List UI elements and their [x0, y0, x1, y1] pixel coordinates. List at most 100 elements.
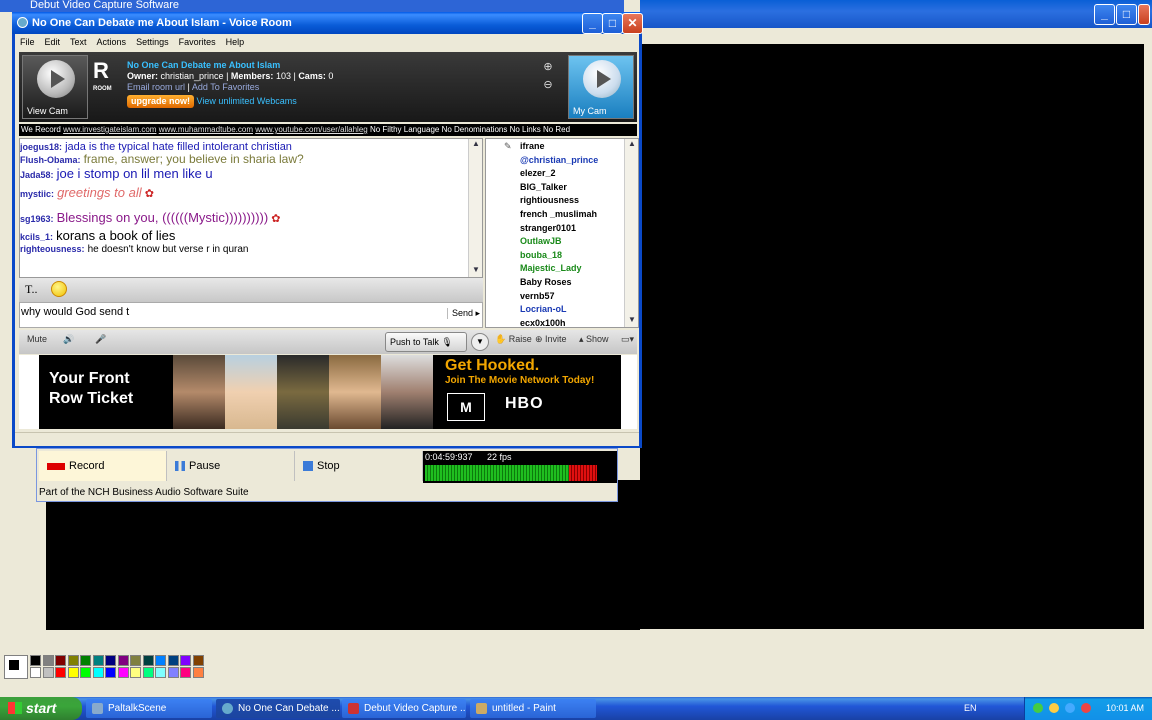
message-input[interactable]: why would God send t Send ▸ — [19, 302, 483, 328]
user-list-item[interactable]: bouba_18 — [520, 250, 562, 260]
user-list-item[interactable]: ecx0x100h — [520, 318, 566, 327]
scroll-down-icon[interactable]: ▼ — [469, 265, 482, 277]
ticker-link[interactable]: www.muhammadtube.com — [159, 125, 253, 134]
view-cam-button[interactable]: View Cam — [22, 55, 88, 119]
scroll-up-icon[interactable]: ▲ — [469, 139, 482, 151]
menu-favorites[interactable]: Favorites — [174, 34, 221, 47]
user-list-item[interactable]: rightiousness — [520, 195, 579, 205]
palette-swatch[interactable] — [92, 667, 104, 678]
start-button[interactable]: start — [0, 697, 82, 720]
my-cam-button[interactable]: My Cam — [568, 55, 634, 119]
palette-swatch[interactable] — [30, 667, 41, 678]
add-favorites-link[interactable]: Add To Favorites — [192, 82, 259, 92]
palette-swatch[interactable] — [130, 655, 141, 666]
menu-edit[interactable]: Edit — [40, 34, 66, 47]
palette-swatch[interactable] — [67, 655, 79, 666]
push-to-talk-button[interactable]: Push to Talk 🎙 — [385, 332, 467, 352]
menu-help[interactable]: Help — [221, 34, 250, 47]
palette-swatch[interactable] — [130, 667, 141, 678]
zoom-out-icon[interactable]: ⊖ — [541, 76, 555, 94]
user-list-item[interactable]: french _muslimah — [520, 209, 597, 219]
user-list-item[interactable]: Majestic_Lady — [520, 263, 582, 273]
palette-swatch[interactable] — [117, 655, 129, 666]
invite-button[interactable]: ⊕ Invite — [535, 334, 567, 345]
palette-swatch[interactable] — [105, 655, 116, 666]
user-list-item[interactable]: OutlawJB — [520, 236, 562, 246]
palette-swatch[interactable] — [192, 667, 204, 678]
chat-log[interactable]: ▲ ▼ joegus18: jada is the typical hate f… — [19, 138, 483, 278]
menu-settings[interactable]: Settings — [131, 34, 174, 47]
palette-swatch[interactable] — [105, 667, 116, 678]
volume-icon[interactable] — [1049, 703, 1059, 713]
palette-swatch[interactable] — [80, 655, 91, 666]
close-icon[interactable]: ✕ — [622, 13, 643, 34]
palette-swatch[interactable] — [67, 667, 79, 678]
stop-button[interactable]: Stop — [295, 451, 423, 481]
chat-nick[interactable]: kcils_1: — [20, 232, 53, 242]
user-list-item[interactable]: ifrane — [520, 141, 545, 151]
user-list-scrollbar[interactable]: ▲ ▼ — [624, 139, 638, 327]
upgrade-button[interactable]: upgrade now! — [127, 95, 194, 108]
user-list[interactable]: ▲ ▼ ✎ ifrane @christian_prince elezer_2 BIG… — [485, 138, 639, 328]
palette-swatch[interactable] — [167, 667, 179, 678]
menu-actions[interactable]: Actions — [92, 34, 132, 47]
view-webcams-link[interactable]: View unlimited Webcams — [197, 96, 297, 106]
language-indicator[interactable]: EN — [964, 697, 977, 720]
palette-swatch[interactable] — [180, 667, 191, 678]
palette-swatch[interactable] — [55, 667, 66, 678]
send-button[interactable]: Send ▸ — [446, 308, 480, 319]
minimize-icon[interactable]: _ — [582, 13, 603, 34]
user-list-item[interactable]: @christian_prince — [520, 155, 598, 165]
paint-canvas[interactable] — [640, 44, 1144, 629]
chat-nick[interactable]: sg1963: — [20, 214, 54, 224]
user-list-item[interactable]: stranger0101 — [520, 223, 576, 233]
record-button[interactable]: Record — [39, 451, 167, 481]
ticker-link[interactable]: www.youtube.com/user/allahleg — [255, 125, 368, 134]
palette-swatch[interactable] — [55, 655, 66, 666]
chat-nick[interactable]: righteousness: — [20, 244, 85, 254]
user-list-item[interactable]: vernb57 — [520, 291, 555, 301]
chat-nick[interactable]: Flush-Obama: — [20, 155, 81, 165]
current-color[interactable] — [4, 655, 28, 679]
scroll-down-icon[interactable]: ▼ — [625, 315, 638, 327]
minimize-icon[interactable]: _ — [1094, 4, 1115, 25]
display-options-icon[interactable]: ▭▾ — [621, 334, 634, 345]
palette-swatch[interactable] — [42, 667, 54, 678]
ptt-options-icon[interactable]: ▼ — [471, 333, 489, 351]
palette-swatch[interactable] — [142, 667, 154, 678]
maximize-icon[interactable]: □ — [602, 13, 623, 34]
palette-swatch[interactable] — [155, 667, 166, 678]
close-icon[interactable] — [1138, 4, 1150, 25]
microphone-icon[interactable]: 🎤 — [95, 334, 106, 345]
show-button[interactable]: ▴ Show — [579, 334, 609, 345]
text-format-button[interactable]: T.. — [25, 282, 37, 297]
speaker-icon[interactable]: 🔊 — [63, 334, 74, 345]
taskbar-item-paint[interactable]: untitled - Paint — [470, 699, 596, 718]
user-list-item[interactable]: Baby Roses — [520, 277, 572, 287]
security-icon[interactable] — [1081, 703, 1091, 713]
palette-swatch[interactable] — [117, 667, 129, 678]
user-list-item[interactable]: elezer_2 — [520, 168, 556, 178]
palette-swatch[interactable] — [167, 655, 179, 666]
mute-button[interactable]: Mute — [27, 334, 47, 344]
advertisement-banner[interactable]: Your Front Row Ticket Get Hooked. Join T… — [19, 355, 637, 429]
palette-swatch[interactable] — [142, 655, 154, 666]
taskbar-item-paltalkscene[interactable]: PaltalkScene — [86, 699, 212, 718]
raise-hand-button[interactable]: ✋ Raise — [495, 334, 532, 345]
palette-swatch[interactable] — [30, 655, 41, 666]
user-list-item[interactable]: BIG_Talker — [520, 182, 567, 192]
palette-swatch[interactable] — [155, 655, 166, 666]
chat-scrollbar[interactable]: ▲ ▼ — [468, 139, 482, 277]
tray-icon[interactable] — [1065, 703, 1075, 713]
scroll-up-icon[interactable]: ▲ — [625, 139, 638, 151]
taskbar-item-debut[interactable]: Debut Video Capture ... — [342, 699, 466, 718]
chat-nick[interactable]: mystiic: — [20, 189, 54, 199]
pause-button[interactable]: Pause — [167, 451, 295, 481]
taskbar-item-voice-room[interactable]: No One Can Debate ... — [216, 699, 340, 718]
menu-file[interactable]: File — [15, 34, 40, 47]
emoticon-icon[interactable] — [51, 281, 67, 297]
menu-text[interactable]: Text — [65, 34, 92, 47]
chat-nick[interactable]: Jada58: — [20, 170, 54, 180]
email-room-link[interactable]: Email room url — [127, 82, 185, 92]
palette-swatch[interactable] — [180, 655, 191, 666]
